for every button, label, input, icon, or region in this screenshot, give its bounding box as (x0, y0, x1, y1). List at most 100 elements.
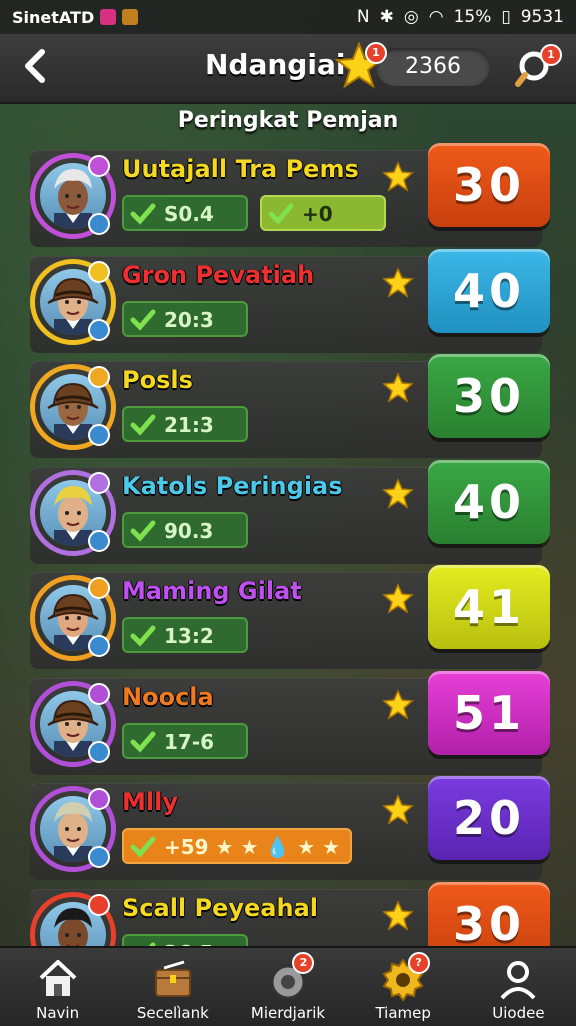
player-avatar[interactable] (30, 681, 116, 767)
battery-level: 15% (453, 7, 492, 27)
player-name: Scall Peyeahal (122, 894, 319, 922)
top-header: Ndangiai 2366 1 1 (0, 34, 576, 104)
star-icon (382, 267, 414, 298)
star-notification-badge: 1 (365, 42, 387, 64)
carrier-label: SinetATD (12, 7, 95, 27)
vibrate-icon: ◎ (403, 7, 419, 27)
player-avatar[interactable] (30, 153, 116, 239)
leaderboard-row[interactable]: Mlly +59 ★ ★ 💧 ★ ★ 20 (30, 776, 550, 880)
score-tile[interactable]: 20 (428, 776, 550, 860)
star-icon (382, 583, 414, 614)
star-icon (382, 478, 414, 509)
score-tile[interactable]: 51 (428, 671, 550, 755)
star-currency-icon[interactable]: 1 (333, 40, 387, 92)
nav-tab-home[interactable]: Navin (0, 948, 115, 1026)
player-name: Posls (122, 366, 193, 394)
stat-value: +59 ★ ★ 💧 ★ ★ (164, 835, 341, 859)
player-name: Mlly (122, 788, 178, 816)
nav-notification-badge: ? (407, 952, 430, 974)
bluetooth-icon: ✱ (379, 7, 394, 27)
stat-pill: +0 (260, 195, 386, 231)
stat-pill: 13:2 (122, 617, 248, 653)
score-tile[interactable]: 41 (428, 565, 550, 649)
player-avatar[interactable] (30, 259, 116, 345)
rank-badge (88, 261, 110, 283)
player-name: Gron Pevatiah (122, 261, 315, 289)
stat-pill: S0.4 (122, 195, 248, 231)
rank-badge (88, 472, 110, 494)
level-badge (88, 741, 110, 763)
nav-label: Tiamep (375, 1004, 431, 1022)
stat-pill: +59 ★ ★ 💧 ★ ★ (122, 828, 352, 864)
bottom-navigation: Navin Secelìank 2 Mierdjarik ? Tiamep Ui… (0, 946, 576, 1026)
player-avatar[interactable] (30, 470, 116, 556)
nav-notification-badge: 2 (292, 952, 315, 974)
star-icon (382, 689, 414, 720)
star-icon (382, 900, 414, 931)
nav-tab-settings[interactable]: ? Tiamep (346, 948, 461, 1026)
coin-balance[interactable]: 2366 (376, 48, 490, 86)
player-name: Uutajall Tra Pems (122, 155, 359, 183)
nav-label: Uiodee (492, 1004, 545, 1022)
nav-label: Mierdjarik (250, 1004, 326, 1022)
home-icon (39, 960, 76, 996)
clock: 9531 (520, 7, 564, 27)
stat-value: +0 (302, 202, 333, 226)
nav-label: Secelìank (136, 1004, 209, 1022)
leaderboard-row[interactable]: Katols Peringias 90.3 40 (30, 460, 550, 564)
app-notification-icon (100, 9, 117, 25)
leaderboard-row[interactable]: Noocla 17-6 51 (30, 671, 550, 775)
score-tile[interactable]: 40 (428, 249, 550, 333)
level-badge (88, 424, 110, 446)
star-icon (382, 161, 414, 192)
score-tile[interactable]: 30 (428, 354, 550, 438)
battery-icon: ▯ (501, 7, 511, 27)
leaderboard-row[interactable]: Posls 21:3 30 (30, 354, 550, 458)
check-shield-icon (130, 309, 156, 331)
rank-badge (88, 577, 110, 599)
player-avatar[interactable] (30, 364, 116, 450)
nav-tab-profile[interactable]: Uiodee (461, 948, 576, 1026)
rank-badge (88, 894, 110, 916)
search-notification-badge: 1 (540, 44, 562, 66)
wifi-icon: ◠ (428, 7, 444, 27)
level-badge (88, 213, 110, 235)
leaderboard-row[interactable]: Gron Pevatiah 20:3 40 (30, 249, 550, 353)
rank-badge (88, 366, 110, 388)
stat-pill: 21:3 (122, 406, 248, 442)
stat-value: S0.4 (164, 202, 214, 226)
rank-badge (88, 155, 110, 177)
page-title: Ndangiai (205, 48, 346, 81)
nav-tab-chest[interactable]: Secelìank (115, 948, 230, 1026)
stat-value: 20:3 (164, 308, 214, 332)
star-icon (382, 372, 414, 403)
check-shield-icon (268, 203, 294, 225)
stat-value: 17-6 (164, 730, 215, 754)
stat-value: 13:2 (164, 624, 214, 648)
score-tile[interactable]: 30 (428, 143, 550, 227)
leaderboard-row[interactable]: Maming Gilat 13:2 41 (30, 565, 550, 669)
profile-icon (500, 961, 536, 1000)
check-shield-icon (130, 836, 156, 858)
back-button[interactable] (18, 46, 54, 86)
nav-tab-wheel[interactable]: 2 Mierdjarik (230, 948, 345, 1026)
check-shield-icon (130, 731, 156, 753)
leaderboard-row[interactable]: Uutajall Tra Pems S0.4 +0 30 (30, 143, 550, 247)
level-badge (88, 635, 110, 657)
stat-pill: 90.3 (122, 512, 248, 548)
level-badge (88, 319, 110, 341)
check-shield-icon (130, 414, 156, 436)
nfc-icon: N (356, 7, 370, 27)
check-shield-icon (130, 520, 156, 542)
player-name: Maming Gilat (122, 577, 302, 605)
search-button[interactable]: 1 (514, 44, 562, 90)
stat-pill: 20:3 (122, 301, 248, 337)
chest-icon (154, 960, 191, 997)
player-avatar[interactable] (30, 786, 116, 872)
check-shield-icon (130, 625, 156, 647)
stat-value: 21:3 (164, 413, 214, 437)
stat-pill: 17-6 (122, 723, 248, 759)
rank-badge (88, 788, 110, 810)
player-avatar[interactable] (30, 575, 116, 661)
score-tile[interactable]: 40 (428, 460, 550, 544)
